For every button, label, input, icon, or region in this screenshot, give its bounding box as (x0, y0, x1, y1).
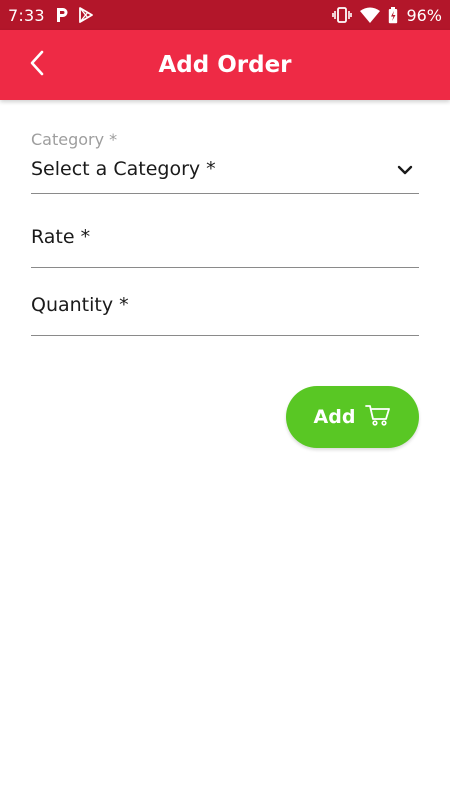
app-bar: Add Order (0, 30, 450, 100)
cart-icon (365, 404, 391, 431)
status-time: 7:33 (8, 5, 45, 25)
category-label: Category * (31, 130, 118, 149)
category-dropdown[interactable]: Category * Select a Category * (31, 130, 419, 194)
add-button-label: Add (313, 406, 356, 428)
rate-field[interactable]: Rate * (31, 224, 419, 268)
battery-percent: 96% (406, 5, 442, 25)
category-value: Select a Category * (31, 158, 216, 180)
vibrate-icon (332, 7, 353, 23)
quantity-field[interactable]: Quantity * (31, 292, 419, 336)
parking-app-icon (55, 7, 69, 23)
quantity-placeholder: Quantity * (31, 294, 129, 316)
status-bar: 7:33 96% (0, 0, 450, 30)
add-button[interactable]: Add (286, 386, 419, 448)
play-store-icon (78, 7, 93, 23)
chevron-down-icon (395, 160, 415, 180)
battery-icon (388, 6, 398, 24)
page-title: Add Order (158, 52, 292, 78)
rate-placeholder: Rate * (31, 226, 91, 248)
wifi-icon (360, 7, 381, 23)
